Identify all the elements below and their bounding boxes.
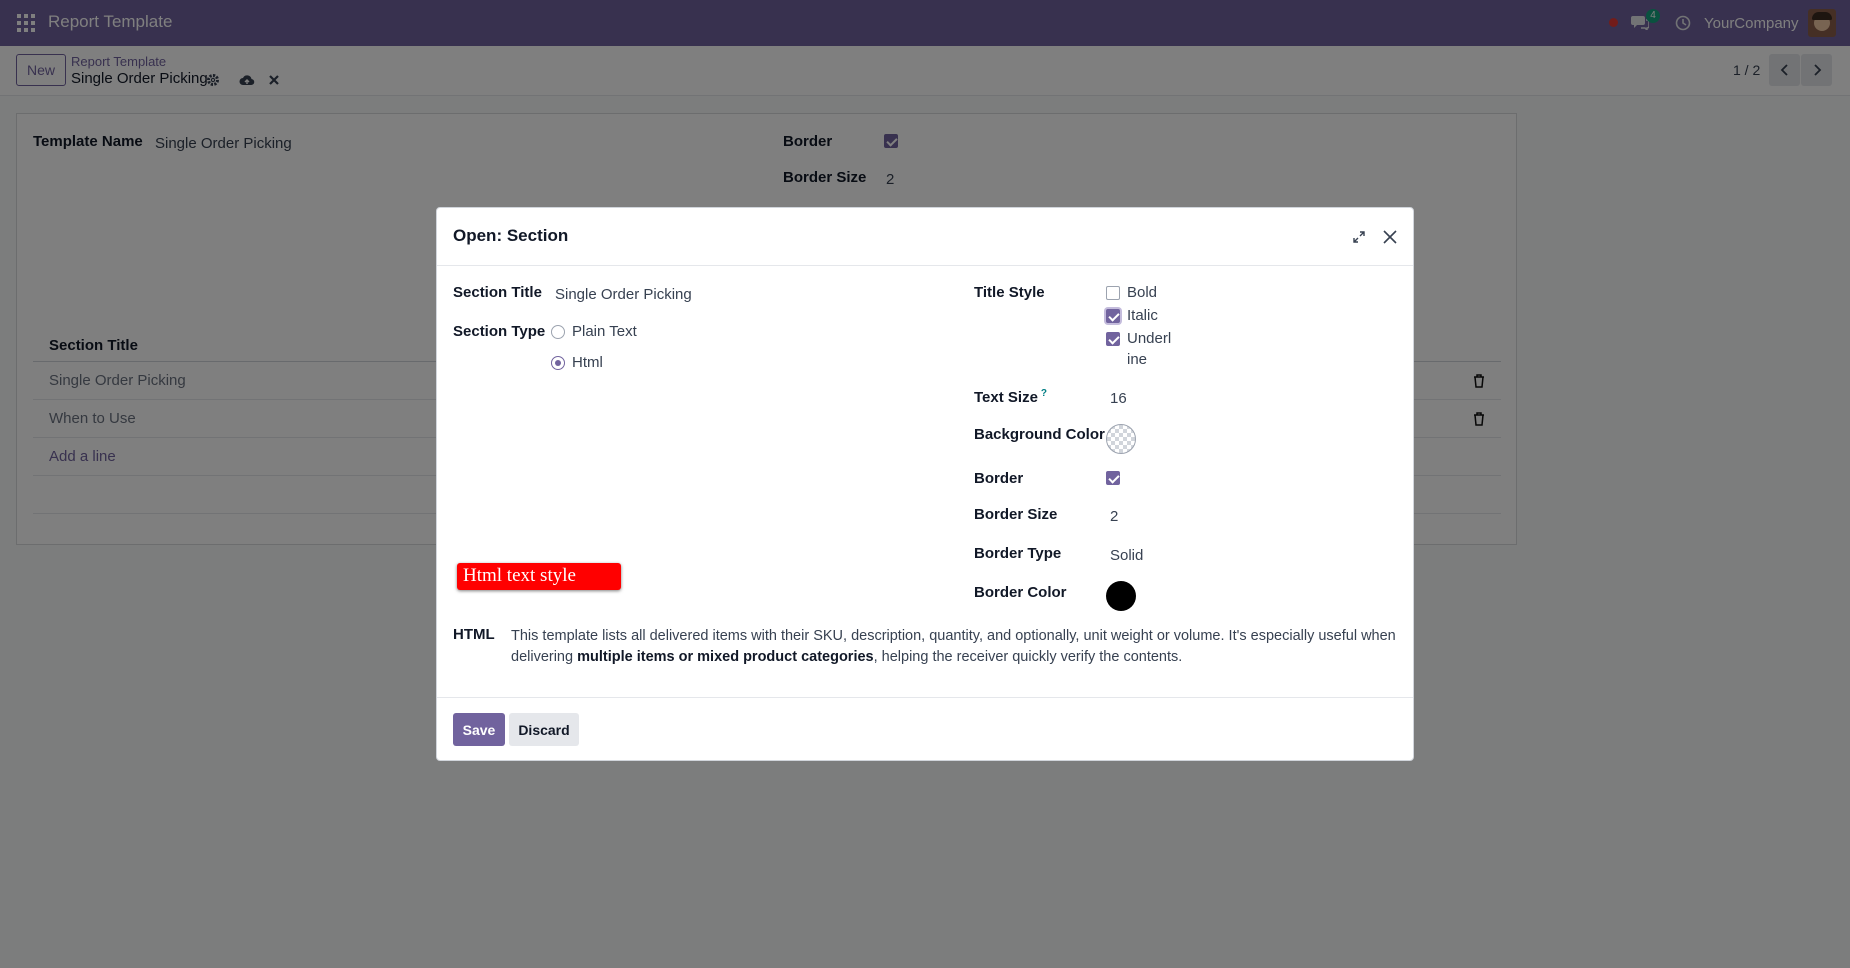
html-style-preview: Html text style [457,563,621,590]
modal-border-size-label: Border Size [974,506,1058,523]
help-tooltip-icon[interactable]: ? [1041,388,1047,399]
text-size-field[interactable]: 16 [1110,390,1127,407]
text-size-label: Text Size? [974,388,1047,406]
html-text-part-2: , helping the receiver quickly verify th… [873,649,1183,665]
html-label: HTML [453,626,495,643]
section-title-label: Section Title [453,284,542,301]
title-style-italic-checkbox[interactable] [1106,309,1120,323]
section-type-html-label[interactable]: Html [572,354,603,371]
title-style-underline-label-wrap[interactable]: ine [1127,351,1147,368]
section-type-label: Section Type [453,323,546,340]
discard-button[interactable]: Discard [509,713,579,746]
html-text-bold: multiple items or mixed product categori… [577,649,874,665]
save-button[interactable]: Save [453,713,505,746]
section-type-plain-text-label[interactable]: Plain Text [572,323,637,340]
section-type-plain-text-radio[interactable] [551,325,565,339]
title-style-bold-label[interactable]: Bold [1127,284,1157,301]
title-style-underline-label[interactable]: Underl [1127,330,1171,347]
border-color-label: Border Color [974,584,1067,601]
section-type-html-radio[interactable] [551,356,565,370]
text-size-label-text: Text Size [974,389,1038,406]
title-style-label: Title Style [974,284,1045,301]
section-dialog: Open: Section Section Title Single Order… [436,207,1414,761]
modal-border-size-field[interactable]: 2 [1110,508,1118,525]
expand-icon[interactable] [1352,230,1366,244]
border-color-picker[interactable] [1106,581,1136,611]
section-title-field[interactable]: Single Order Picking [555,286,692,303]
title-style-italic-label[interactable]: Italic [1127,307,1158,324]
background-color-picker[interactable] [1106,424,1136,454]
border-type-select[interactable]: Solid [1110,547,1143,564]
close-icon[interactable] [1382,229,1398,245]
modal-border-checkbox[interactable] [1106,471,1120,485]
background-color-label: Background Color [974,426,1105,443]
title-style-underline-checkbox[interactable] [1106,332,1120,346]
html-editor[interactable]: This template lists all delivered items … [511,626,1401,668]
modal-border-label: Border [974,470,1024,487]
dialog-title: Open: Section [453,226,569,245]
dialog-footer: Save Discard [437,697,1413,761]
border-type-label: Border Type [974,545,1062,562]
dialog-header: Open: Section [437,208,1413,266]
title-style-bold-checkbox[interactable] [1106,286,1120,300]
